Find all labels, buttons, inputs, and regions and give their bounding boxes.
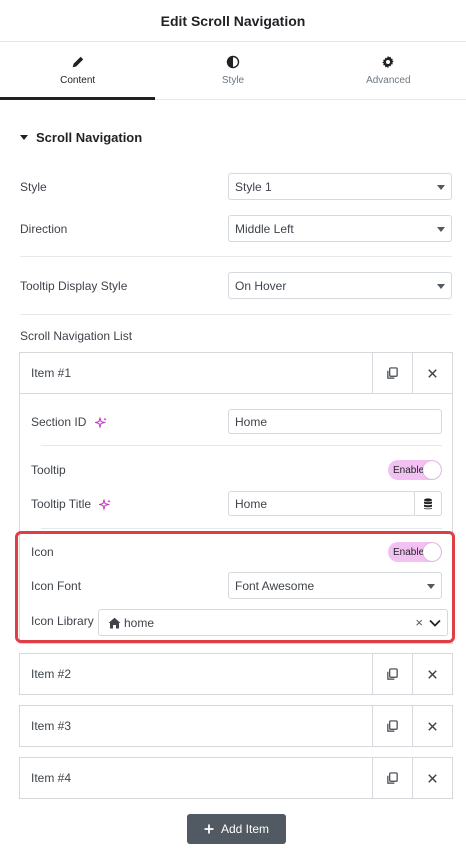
list-label: Scroll Navigation List xyxy=(20,329,133,343)
style-select-value: Style 1 xyxy=(235,179,272,194)
tab-style[interactable]: Style xyxy=(155,42,310,99)
close-icon xyxy=(428,773,437,783)
tooltip-title-value: Home xyxy=(235,496,268,511)
tab-style-label: Style xyxy=(221,75,245,86)
panel-title: Edit Scroll Navigation xyxy=(160,12,306,29)
tooltip-title-input[interactable]: Home xyxy=(228,491,415,516)
direction-label: Direction xyxy=(20,222,68,236)
add-item-button[interactable]: Add Item xyxy=(187,814,286,844)
duplicate-button[interactable] xyxy=(372,758,412,798)
add-item-label: Add Item xyxy=(220,822,270,836)
tooltip-display-label: Tooltip Display Style xyxy=(20,279,128,293)
home-icon xyxy=(108,617,121,628)
ai-sparkle-icon[interactable] xyxy=(94,416,107,429)
tab-content-label: Content xyxy=(60,75,96,86)
item-title[interactable]: Item #1 xyxy=(20,353,372,393)
dropdown-arrow-icon xyxy=(437,185,445,190)
caret-down-icon xyxy=(20,135,28,140)
tab-advanced-label: Advanced xyxy=(366,75,411,86)
remove-button[interactable] xyxy=(412,654,452,694)
repeater-item-3: Item #3 xyxy=(19,705,453,747)
copy-icon xyxy=(387,667,398,680)
close-icon xyxy=(428,368,437,378)
icon-label: Icon xyxy=(31,545,54,559)
section-toggle-scroll-navigation[interactable]: Scroll Navigation xyxy=(20,130,142,145)
item-title[interactable]: Item #2 xyxy=(20,654,372,694)
direction-select[interactable]: Middle Left xyxy=(228,215,452,242)
section-id-input[interactable]: Home xyxy=(228,409,442,434)
duplicate-button[interactable] xyxy=(372,353,412,393)
tab-bar: Content Style Advanced xyxy=(0,42,466,100)
chevron-down-icon[interactable] xyxy=(429,619,441,627)
ai-sparkle-icon[interactable] xyxy=(99,498,112,511)
tooltip-switch-label: Enable xyxy=(393,464,425,476)
section-id-value: Home xyxy=(235,414,268,429)
switch-knob xyxy=(423,461,441,479)
tab-advanced[interactable]: Advanced xyxy=(311,42,466,99)
remove-button[interactable] xyxy=(412,706,452,746)
icon-switch-label: Enable xyxy=(393,546,425,558)
section-title: Scroll Navigation xyxy=(36,130,143,145)
divider xyxy=(20,256,452,257)
section-id-label: Section ID xyxy=(31,415,107,429)
remove-button[interactable] xyxy=(412,758,452,798)
tooltip-title-label: Tooltip Title xyxy=(31,497,112,511)
icon-switch[interactable]: Enable xyxy=(388,542,442,562)
repeater-item-2: Item #2 xyxy=(19,653,453,695)
icon-library-label: Icon Library xyxy=(31,614,94,628)
panel-header: Edit Scroll Navigation xyxy=(0,0,466,42)
style-select[interactable]: Style 1 xyxy=(228,173,452,200)
tooltip-label: Tooltip xyxy=(31,463,66,477)
tooltip-display-value: On Hover xyxy=(235,278,287,293)
icon-library-value: home xyxy=(124,615,155,630)
repeater-item-4: Item #4 xyxy=(19,757,453,799)
remove-button[interactable] xyxy=(412,353,452,393)
clear-selection-icon[interactable]: × xyxy=(415,615,423,630)
close-icon xyxy=(428,721,437,731)
pencil-icon xyxy=(72,56,83,68)
icon-font-label: Icon Font xyxy=(31,579,82,593)
duplicate-button[interactable] xyxy=(372,654,412,694)
item-title[interactable]: Item #4 xyxy=(20,758,372,798)
copy-icon xyxy=(387,366,398,379)
half-circle-icon xyxy=(226,55,240,69)
copy-icon xyxy=(387,771,398,784)
tooltip-title-label-text: Tooltip Title xyxy=(31,497,92,511)
tab-content[interactable]: Content xyxy=(0,42,156,100)
dropdown-arrow-icon xyxy=(437,227,445,232)
icon-font-select[interactable]: Font Awesome xyxy=(228,572,442,599)
copy-icon xyxy=(387,719,398,732)
icon-library-select[interactable]: home × xyxy=(98,609,448,636)
dropdown-arrow-icon xyxy=(427,584,435,589)
icon-font-value: Font Awesome xyxy=(235,578,315,593)
style-label: Style xyxy=(20,180,47,194)
dropdown-arrow-icon xyxy=(437,284,445,289)
section-id-label-text: Section ID xyxy=(31,415,87,429)
close-icon xyxy=(428,669,437,679)
divider xyxy=(20,314,452,315)
repeater-item-1: Item #1 xyxy=(19,352,453,394)
dynamic-tags-button[interactable] xyxy=(414,491,442,516)
item-title[interactable]: Item #3 xyxy=(20,706,372,746)
tooltip-switch[interactable]: Enable xyxy=(388,460,442,480)
database-icon xyxy=(423,497,432,509)
plus-icon xyxy=(204,824,214,834)
direction-select-value: Middle Left xyxy=(235,221,294,236)
duplicate-button[interactable] xyxy=(372,706,412,746)
divider xyxy=(41,445,442,446)
switch-knob xyxy=(423,543,441,561)
gear-icon xyxy=(382,55,395,69)
divider xyxy=(41,528,442,529)
tooltip-display-select[interactable]: On Hover xyxy=(228,272,452,299)
